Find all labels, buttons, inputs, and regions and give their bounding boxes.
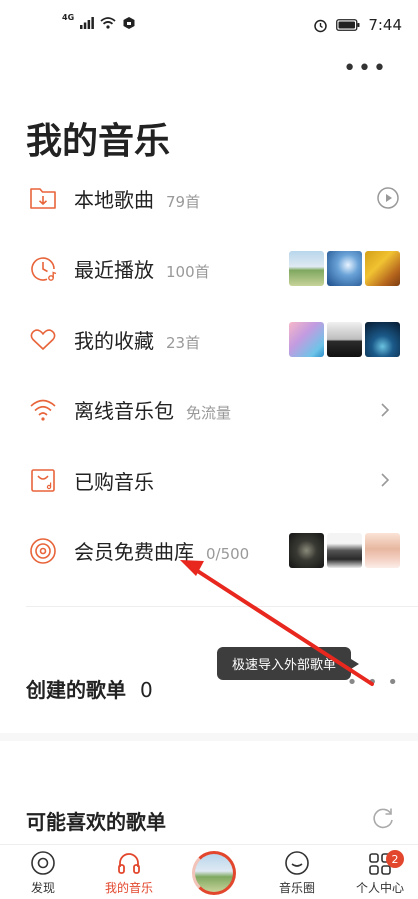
menu-item-vip-library[interactable]: 会员免费曲库 0/500 xyxy=(0,516,418,587)
album-cover[interactable] xyxy=(327,251,362,287)
page-title: 我的音乐 xyxy=(26,121,171,162)
menu-label-wrap: 我的收藏 23首 xyxy=(74,325,200,354)
tab-label: 发现 xyxy=(30,881,55,895)
menu-item-local-songs[interactable]: 本地歌曲 79首 xyxy=(0,163,418,234)
tab-profile[interactable]: 个人中心 2 xyxy=(350,845,410,899)
maybe-like-title: 可能喜欢的歌单 xyxy=(26,810,166,834)
tab-label: 个人中心 xyxy=(355,881,404,895)
notification-badge: 2 xyxy=(386,850,404,868)
clock-text: 7:44 xyxy=(368,16,402,34)
folder-download-icon xyxy=(30,188,56,210)
battery-icon xyxy=(336,19,360,31)
wifi-status-icon xyxy=(100,17,116,29)
tab-now-playing[interactable] xyxy=(189,845,239,899)
menu-item-purchased[interactable]: 已购音乐 xyxy=(0,445,418,516)
signal-icon xyxy=(80,17,95,29)
menu-item-favorites[interactable]: 我的收藏 23首 xyxy=(0,304,418,375)
album-cover[interactable] xyxy=(289,321,324,357)
status-right: 7:44 xyxy=(313,16,402,34)
tab-discover[interactable]: 发现 xyxy=(18,845,68,899)
status-left: 4G xyxy=(62,12,136,30)
menu-count: 0/500 xyxy=(206,545,250,564)
album-cover[interactable] xyxy=(365,321,400,357)
menu-label-wrap: 会员免费曲库 0/500 xyxy=(74,536,249,565)
created-playlists-header[interactable]: 创建的歌单 0 xyxy=(26,674,153,703)
menu-item-recent[interactable]: 最近播放 100首 xyxy=(0,234,418,305)
menu-count: 100首 xyxy=(166,263,210,282)
menu-label-wrap: 已购音乐 xyxy=(74,466,166,495)
now-playing-cover xyxy=(192,850,236,895)
menu-label: 会员免费曲库 xyxy=(74,540,194,565)
menu-label: 本地歌曲 xyxy=(74,187,154,212)
album-cover[interactable] xyxy=(327,533,362,569)
menu-label: 离线音乐包 xyxy=(74,399,174,424)
status-bar: 4G 7:44 xyxy=(0,0,418,50)
menu-count: 免流量 xyxy=(186,404,232,423)
tab-label: 我的音乐 xyxy=(104,881,153,895)
album-cover[interactable] xyxy=(289,251,324,287)
app-status-icon xyxy=(123,17,135,29)
album-cover[interactable] xyxy=(365,533,400,569)
album-cover[interactable] xyxy=(365,251,400,287)
menu-label: 最近播放 xyxy=(74,258,154,283)
network-label: 4G xyxy=(62,12,75,22)
tab-my-music[interactable]: 我的音乐 xyxy=(98,845,160,899)
import-playlist-tooltip[interactable]: 极速导入外部歌单 xyxy=(217,647,359,680)
vip-thumbnails xyxy=(289,533,400,569)
discover-icon xyxy=(31,851,55,875)
refresh-icon[interactable] xyxy=(370,805,396,831)
section-count: 0 xyxy=(140,678,153,702)
wifi-icon xyxy=(30,399,56,421)
section-divider xyxy=(0,733,418,741)
bottom-tab-bar: 发现 我的音乐 音乐圈 个人中心 2 xyxy=(0,844,418,899)
divider xyxy=(26,606,418,607)
favorites-thumbnails xyxy=(289,321,400,357)
music-circle-icon xyxy=(285,851,309,875)
album-cover[interactable] xyxy=(289,533,324,569)
more-options-button[interactable]: ••• xyxy=(343,58,388,80)
menu-label: 我的收藏 xyxy=(74,328,154,353)
menu-label-wrap: 本地歌曲 79首 xyxy=(74,184,200,213)
tab-label: 音乐圈 xyxy=(278,881,315,895)
chevron-right-icon xyxy=(381,403,390,417)
menu-label-wrap: 最近播放 100首 xyxy=(74,254,210,283)
chevron-right-icon xyxy=(381,473,390,487)
menu-count: 23首 xyxy=(166,333,201,352)
headphones-icon xyxy=(118,853,140,874)
purchased-bag-icon xyxy=(31,469,55,493)
play-circle-icon[interactable] xyxy=(376,186,400,210)
menu-item-offline-pack[interactable]: 离线音乐包 免流量 xyxy=(0,375,418,446)
created-more-button[interactable]: • • • xyxy=(347,672,400,693)
menu-list: 本地歌曲 79首 最近播放 100首 我的收藏 23首 离线音乐包 免流量 已购… xyxy=(0,163,418,586)
section-title: 创建的歌单 xyxy=(26,678,126,702)
alarm-icon xyxy=(314,19,328,32)
heart-icon xyxy=(30,329,56,351)
vinyl-icon xyxy=(30,537,56,564)
recent-clock-icon xyxy=(31,257,57,281)
menu-label: 已购音乐 xyxy=(74,469,154,494)
menu-count: 79首 xyxy=(166,192,201,211)
menu-label-wrap: 离线音乐包 免流量 xyxy=(74,395,231,424)
tab-music-circle[interactable]: 音乐圈 xyxy=(270,845,324,899)
recent-thumbnails xyxy=(289,251,400,287)
album-cover[interactable] xyxy=(327,321,362,357)
